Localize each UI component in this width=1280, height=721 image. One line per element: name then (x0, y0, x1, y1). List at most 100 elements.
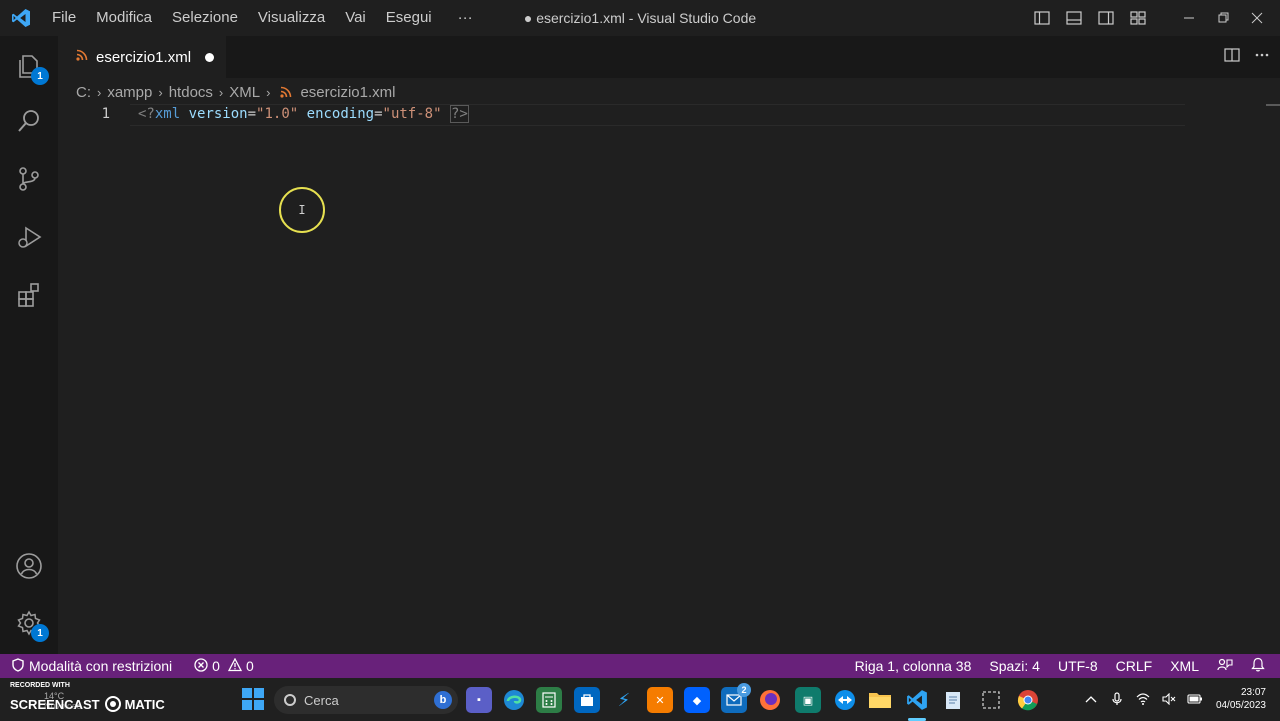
code-line[interactable]: <?xml version="1.0" encoding="utf-8" ?> (138, 105, 469, 123)
breadcrumb-file[interactable]: esercizio1.xml (300, 84, 395, 101)
recorded-with-label: RECORDED WITH (10, 682, 70, 689)
minimize-icon[interactable] (1172, 0, 1206, 36)
battery-icon[interactable] (1184, 688, 1206, 710)
more-actions-icon[interactable] (1254, 47, 1270, 68)
extensions-icon[interactable] (0, 270, 58, 320)
source-control-icon[interactable] (0, 154, 58, 204)
explorer-icon[interactable]: 1 (0, 41, 58, 91)
cursor-position[interactable]: Riga 1, colonna 38 (846, 658, 981, 674)
tab-label: esercizio1.xml (96, 48, 192, 66)
clock-date: 04/05/2023 (1215, 700, 1266, 711)
record-dot-icon (104, 696, 121, 712)
notepad-icon[interactable] (941, 687, 967, 713)
taskbar-search[interactable]: Cerca b (274, 686, 458, 714)
tab-esercizio1-xml[interactable]: esercizio1.xml (58, 36, 226, 78)
system-tray: 23:07 04/05/2023 (1078, 678, 1280, 720)
indentation[interactable]: Spazi: 4 (980, 658, 1049, 674)
token-value-encoding: "utf-8" (382, 106, 442, 122)
manage-gear-icon[interactable]: 1 (0, 598, 58, 648)
dropbox-icon[interactable]: ◆ (684, 687, 710, 713)
token-attr-encoding: encoding (306, 106, 375, 122)
menu-selezione[interactable]: Selezione (162, 0, 248, 36)
text-cursor-icon: I (298, 203, 306, 217)
shield-icon (12, 657, 24, 675)
toggle-panel-icon[interactable] (1058, 0, 1090, 36)
store-icon[interactable] (574, 687, 600, 713)
photos-icon[interactable]: ▣ (795, 687, 821, 713)
breadcrumb-xampp[interactable]: xampp (107, 84, 152, 101)
menu-modifica[interactable]: Modifica (86, 0, 162, 36)
search-placeholder: Cerca (304, 692, 339, 708)
restricted-mode-indicator[interactable]: Modalità con restrizioni (0, 654, 185, 678)
chevron-right-icon: › (97, 84, 102, 100)
file-explorer-icon[interactable] (867, 687, 893, 713)
edge-icon[interactable] (501, 687, 527, 713)
restricted-mode-label: Modalità con restrizioni (29, 658, 173, 674)
screencast-brand: SCREENCAST MATIC (10, 696, 165, 712)
scrollbar[interactable] (1266, 104, 1280, 106)
snipping-tool-icon[interactable] (978, 687, 1004, 713)
windows-taskbar: RECORDED WITH 14°C Nuvoloso SCREENCAST M… (0, 678, 1280, 721)
vscode-logo-icon[interactable] (0, 0, 42, 36)
code-editor[interactable]: 1 <?xml version="1.0" encoding="utf-8" ?… (58, 104, 1280, 654)
chevron-up-icon[interactable] (1080, 688, 1102, 710)
problems-indicator[interactable]: 0 0 (184, 657, 264, 675)
split-editor-icon[interactable] (1224, 47, 1240, 68)
title-bar: File Modifica Selezione Visualizza Vai E… (0, 0, 1280, 36)
teams-chat-icon[interactable]: ▪ (466, 687, 492, 713)
mail-icon[interactable]: 2 (721, 683, 751, 713)
token-tag: xml (154, 106, 181, 122)
toggle-primary-sidebar-icon[interactable] (1026, 0, 1058, 36)
menu-file[interactable]: File (42, 0, 86, 36)
wifi-icon[interactable] (1132, 688, 1154, 710)
rss-xml-file-icon (280, 86, 292, 98)
token-value-version: "1.0" (256, 106, 299, 122)
token-attr-version: version (188, 106, 248, 122)
warning-count: 0 (245, 658, 254, 674)
customize-layout-icon[interactable] (1122, 0, 1154, 36)
menu-visualizza[interactable]: Visualizza (248, 0, 335, 36)
feedback-icon[interactable] (1208, 658, 1242, 675)
chrome-icon[interactable] (1015, 687, 1041, 713)
system-clock[interactable]: 23:07 04/05/2023 (1216, 686, 1266, 712)
warning-icon (227, 657, 243, 675)
restore-icon[interactable] (1206, 0, 1240, 36)
file-encoding[interactable]: UTF-8 (1049, 658, 1107, 674)
token-eq: = (374, 106, 383, 122)
search-icon[interactable] (0, 96, 58, 146)
volume-muted-icon[interactable] (1158, 688, 1180, 710)
window-title: ● esercizio1.xml - Visual Studio Code (523, 10, 757, 26)
menu-esegui[interactable]: Esegui (376, 0, 442, 36)
chevron-right-icon: › (266, 84, 271, 100)
search-icon (284, 694, 296, 706)
microphone-icon[interactable] (1106, 688, 1128, 710)
menu-more[interactable]: ··· (448, 0, 483, 36)
breadcrumb-htdocs[interactable]: htdocs (169, 84, 213, 101)
end-of-line[interactable]: CRLF (1107, 658, 1162, 674)
menu-vai[interactable]: Vai (335, 0, 376, 36)
teamviewer-icon[interactable] (832, 687, 858, 713)
vscode-insiders-icon[interactable]: ⚡ (611, 687, 637, 713)
chevron-right-icon: › (158, 84, 163, 100)
activity-bar: 1 1 (0, 36, 58, 654)
notifications-bell-icon[interactable] (1242, 657, 1274, 675)
xampp-icon[interactable]: ✕ (647, 687, 673, 713)
brand-right: MATIC (124, 696, 165, 712)
vscode-taskbar-icon[interactable] (904, 687, 930, 721)
toggle-secondary-sidebar-icon[interactable] (1090, 0, 1122, 36)
firefox-icon[interactable] (757, 687, 783, 713)
language-mode[interactable]: XML (1161, 658, 1208, 674)
breadcrumb-xml-folder[interactable]: XML (229, 84, 260, 101)
calculator-icon[interactable] (536, 687, 562, 713)
unsaved-dot-icon[interactable] (205, 52, 215, 62)
close-icon[interactable] (1240, 0, 1274, 36)
clock-time: 23:07 (1240, 687, 1266, 698)
tab-bar: esercizio1.xml (58, 36, 1280, 78)
run-debug-icon[interactable] (0, 212, 58, 262)
account-icon[interactable] (0, 541, 58, 591)
bing-icon[interactable]: b (434, 691, 452, 709)
windows-start-icon[interactable] (242, 688, 264, 710)
breadcrumb-drive[interactable]: C: (76, 84, 91, 101)
title-bar-controls (1026, 0, 1280, 36)
token-eq: = (247, 106, 257, 122)
